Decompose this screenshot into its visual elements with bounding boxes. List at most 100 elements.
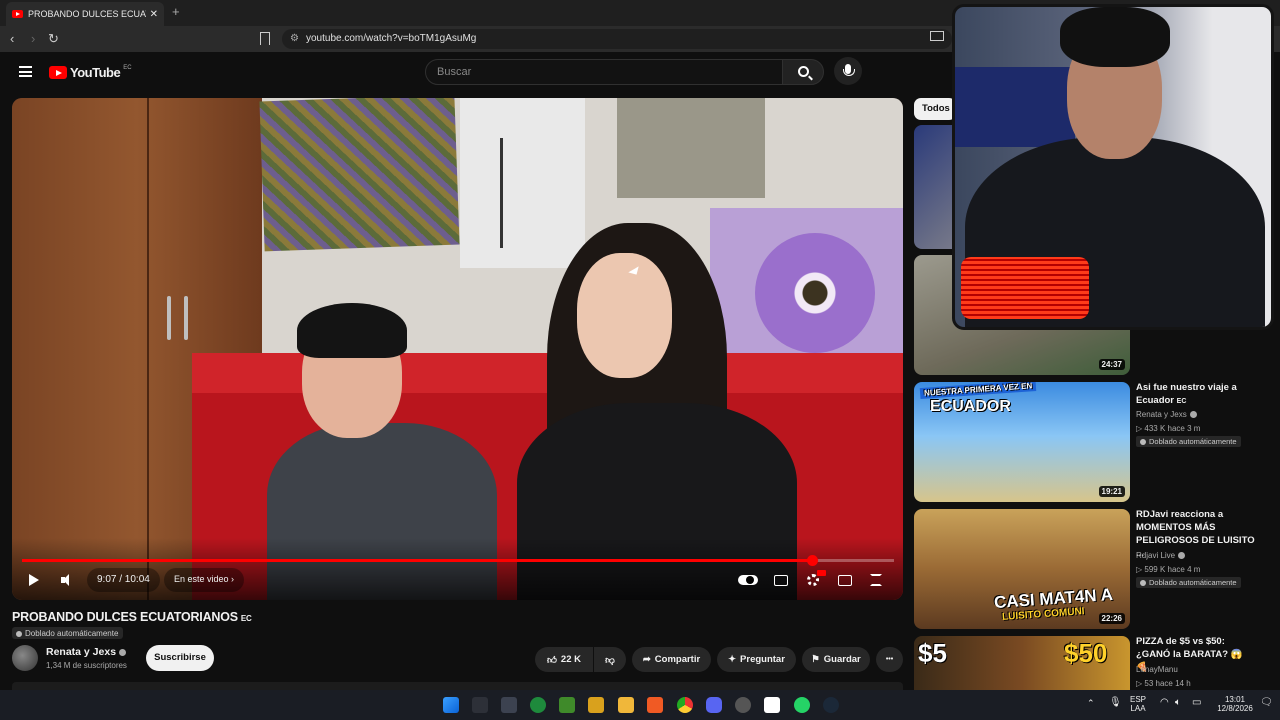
verified-icon	[1189, 411, 1197, 419]
channel-name[interactable]: Renata y Jexs	[46, 646, 127, 658]
thumb-banner: NUESTRA PRIMERA VEZ EN	[919, 382, 1037, 400]
dubbed-icon	[1140, 579, 1146, 586]
save-button[interactable]: ⚑ Guardar	[802, 647, 870, 672]
filter-chip-all[interactable]: Todos	[914, 98, 956, 120]
save-bookmark-icon: ⚑	[811, 654, 820, 665]
dubbed-badge: Doblado automáticamente	[1136, 436, 1241, 447]
sidebar-thumbnail[interactable]: NUESTRA PRIMERA VEZ EN ECUADOR 19:21	[914, 382, 1130, 502]
thumb-left: $5	[918, 638, 947, 668]
youtube-play-icon	[49, 66, 67, 79]
task-view-icon[interactable]	[472, 697, 488, 713]
dubbed-badge: Doblado automáticamente	[12, 627, 124, 639]
play-icon[interactable]	[29, 574, 39, 586]
scrubber-handle[interactable]	[807, 555, 819, 566]
brave-icon[interactable]	[647, 697, 663, 713]
new-tab-button[interactable]: +	[172, 4, 180, 19]
microphone	[961, 257, 1089, 319]
battery-icon[interactable]: ▭	[1192, 698, 1201, 708]
url-text: youtube.com/watch?v=boTM1gAsuMg	[306, 33, 477, 44]
sidebar-thumbnail[interactable]: $5 $50	[914, 636, 1130, 690]
forward-icon[interactable]: ›	[31, 31, 35, 46]
like-button[interactable]: 👍︎ 22 K	[535, 647, 593, 672]
channel-name[interactable]: LenayManu	[1136, 665, 1178, 674]
video-meta: ▷ 433 K hace 3 m	[1136, 424, 1201, 433]
windows-taskbar: ⌃ 🎙︎ ESP LAA ◠ 🔈︎ ▭ 13:01 12/8/2026 🗨︎	[0, 690, 1280, 720]
share-button[interactable]: ➦ Compartir	[632, 647, 711, 672]
picture-in-picture-icon[interactable]	[930, 31, 944, 41]
search-button[interactable]	[782, 59, 824, 85]
dislike-button[interactable]: 👎︎	[594, 647, 626, 672]
video-duration: 24:37	[1098, 359, 1125, 370]
share-icon: ➦	[642, 654, 651, 665]
close-tab-icon[interactable]: ✕	[150, 9, 158, 20]
volume-icon[interactable]	[61, 574, 73, 586]
wifi-icon[interactable]: ◠	[1160, 698, 1169, 708]
language-indicator[interactable]: ESP LAA	[1130, 695, 1146, 713]
subtitles-icon[interactable]	[774, 575, 788, 586]
bookmark-icon[interactable]	[260, 32, 270, 45]
channel-name[interactable]: Renata y Jexs	[1136, 410, 1197, 419]
thumbs-down-icon: 👎︎	[605, 654, 615, 666]
channel-avatar[interactable]	[12, 645, 38, 671]
xbox-icon[interactable]	[530, 697, 546, 713]
subscriber-count: 1,34 M de suscriptores	[46, 661, 127, 670]
menu-icon[interactable]	[19, 66, 32, 77]
theater-mode-icon[interactable]	[838, 575, 852, 586]
file-explorer-icon[interactable]	[618, 697, 634, 713]
thumbs-up-icon: 👍︎	[546, 654, 557, 666]
fullscreen-icon[interactable]	[870, 574, 882, 586]
obs-icon[interactable]	[735, 697, 751, 713]
discord-icon[interactable]	[706, 697, 722, 713]
youtube-logo[interactable]: YouTube EC	[49, 65, 132, 80]
whatsapp-icon[interactable]	[794, 697, 810, 713]
progress-bar[interactable]	[22, 555, 894, 566]
microphone-icon[interactable]: 🎙︎	[1109, 698, 1122, 708]
thumb-right: $50	[1064, 638, 1108, 668]
reload-icon[interactable]: ↻	[48, 31, 59, 47]
back-icon[interactable]: ‹	[10, 31, 14, 46]
volume-tray-icon[interactable]: 🔈︎	[1175, 698, 1181, 708]
video-meta: ▷ 53 hace 14 h	[1136, 679, 1191, 688]
start-icon[interactable]	[443, 697, 459, 713]
ask-button[interactable]: ✦ Preguntar	[717, 647, 796, 672]
channel-name[interactable]: Rdjavi Live	[1136, 551, 1186, 560]
video-title[interactable]: Asi fue nuestro viaje a Ecuador EC	[1136, 381, 1256, 408]
dubbed-icon	[16, 630, 22, 637]
verified-icon	[1178, 552, 1186, 560]
store-icon[interactable]	[501, 697, 517, 713]
title-badge: EC	[240, 614, 252, 623]
video-meta: ▷ 599 K hace 4 m	[1136, 565, 1201, 574]
search-icon	[798, 66, 809, 77]
browser-tab[interactable]: PROBANDO DULCES ECUATORIANOS ✕	[6, 2, 164, 26]
dubbed-badge: Doblado automáticamente	[1136, 577, 1241, 588]
capcut-icon[interactable]	[764, 697, 780, 713]
steam-icon[interactable]	[823, 697, 839, 713]
video-duration: 22:26	[1098, 613, 1125, 624]
hd-badge-icon	[817, 570, 826, 576]
site-info-icon[interactable]: ⚙	[290, 33, 299, 44]
sparkle-icon: ✦	[728, 654, 737, 665]
youtube-favicon-icon	[12, 10, 23, 18]
logo-text: YouTube	[70, 65, 121, 80]
subscribe-button[interactable]: Suscribirse	[146, 645, 214, 671]
time-display: 9:07 / 10:04	[87, 568, 160, 592]
search-input[interactable]: Buscar	[425, 59, 783, 85]
minecraft-icon[interactable]	[559, 697, 575, 713]
country-code: EC	[123, 65, 132, 71]
show-hidden-icons[interactable]: ⌃	[1087, 699, 1095, 708]
video-duration: 19:21	[1098, 486, 1125, 497]
sidebar-thumbnail[interactable]: CASI MAT4N A LUISITO COMUNI 22:26	[914, 509, 1130, 629]
autoplay-toggle[interactable]	[738, 575, 758, 585]
more-actions-button[interactable]: •••	[876, 647, 903, 672]
url-field[interactable]: ⚙ youtube.com/watch?v=boTM1gAsuMg	[282, 29, 952, 49]
video-player[interactable]: 9:07 / 10:04 En este video ›	[12, 98, 903, 600]
chapter-button[interactable]: En este video ›	[164, 568, 245, 592]
description-box-edge	[12, 682, 903, 690]
clock[interactable]: 13:01 12/8/2026	[1215, 695, 1255, 713]
youtube-header: YouTube EC Buscar	[0, 52, 952, 94]
voice-search-icon[interactable]	[834, 57, 862, 85]
notification-icon[interactable]: 🗨︎	[1260, 698, 1273, 708]
game-launcher-icon[interactable]	[588, 697, 604, 713]
webcam-overlay	[952, 4, 1274, 330]
chrome-icon[interactable]	[677, 697, 693, 713]
